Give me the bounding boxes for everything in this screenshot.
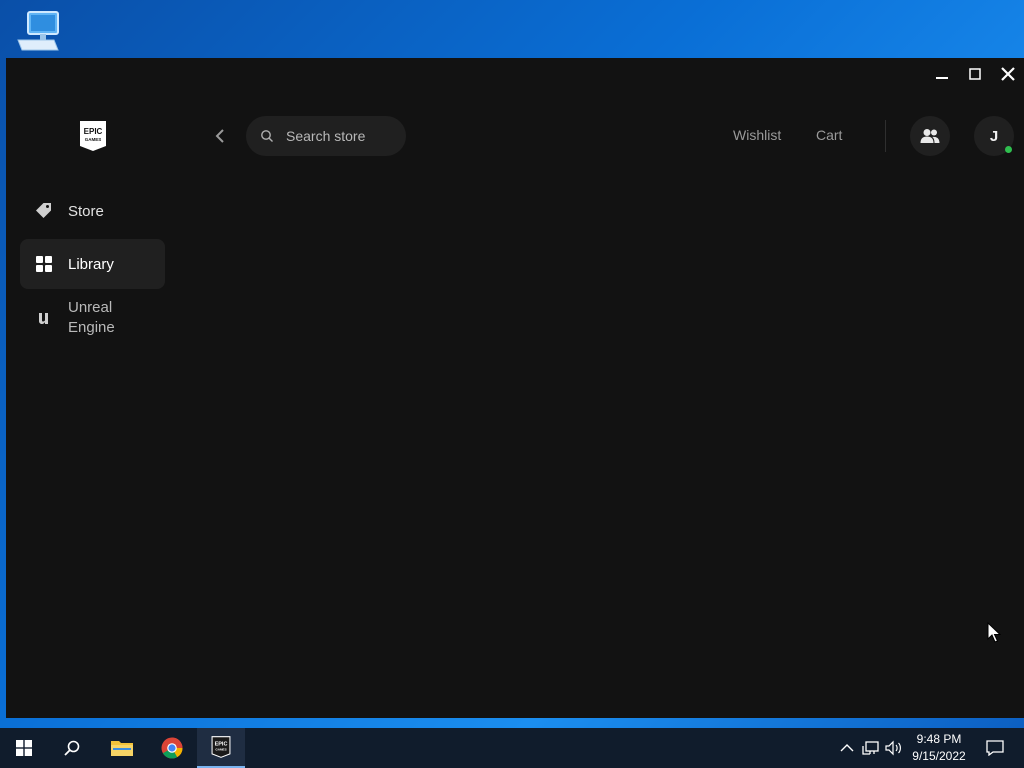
search-input[interactable] (286, 128, 396, 144)
header-divider (885, 120, 886, 152)
svg-text:GAMES: GAMES (215, 747, 226, 751)
system-clock[interactable]: 9:48 PM 9/15/2022 (904, 731, 974, 765)
profile-avatar-button[interactable]: J (974, 116, 1014, 156)
start-icon (16, 740, 32, 756)
search-icon (64, 740, 80, 756)
sidebar-item-store[interactable]: Store (20, 188, 165, 234)
network-icon[interactable] (862, 740, 880, 756)
epic-launcher-window: EPIC GAMES Wishlist Cart J Store (6, 58, 1024, 718)
file-explorer-icon (111, 741, 133, 756)
svg-text:EPIC: EPIC (84, 127, 103, 136)
friends-icon (920, 129, 940, 143)
online-status-dot (1005, 146, 1012, 153)
clock-date: 9/15/2022 (912, 749, 966, 763)
taskbar-search-button[interactable] (48, 728, 96, 768)
epic-games-logo[interactable]: EPIC GAMES (79, 120, 107, 152)
sidebar-item-label: Unreal Engine (68, 299, 115, 336)
this-pc-desktop-icon[interactable] (14, 10, 64, 56)
maximize-button[interactable] (958, 58, 991, 90)
start-button[interactable] (0, 728, 48, 768)
unreal-engine-icon (34, 308, 54, 328)
taskbar-file-explorer[interactable] (98, 728, 146, 768)
search-icon (261, 130, 273, 142)
notification-icon (986, 740, 1004, 756)
taskbar: EPIC GAMES 9:48 PM 9/15/2022 (0, 728, 1024, 768)
volume-icon[interactable] (885, 740, 903, 756)
taskbar-chrome[interactable] (148, 728, 196, 768)
chevron-left-icon (215, 129, 224, 143)
svg-text:GAMES: GAMES (85, 137, 102, 142)
back-button[interactable] (208, 124, 232, 148)
wishlist-link[interactable]: Wishlist (733, 127, 781, 143)
minimize-button[interactable] (925, 58, 958, 90)
action-center-button[interactable] (976, 728, 1014, 768)
clock-time: 9:48 PM (916, 732, 962, 746)
sidebar-item-library[interactable]: Library (20, 239, 165, 289)
friends-button[interactable] (910, 116, 950, 156)
search-store-box[interactable] (246, 116, 406, 156)
window-controls (925, 58, 1024, 90)
show-hidden-icons-chevron-up-icon[interactable] (838, 740, 856, 756)
close-button[interactable] (991, 58, 1024, 90)
mouse-cursor-icon (987, 622, 1001, 643)
sidebar-item-unreal-engine[interactable]: Unreal Engine (20, 296, 165, 340)
chrome-icon (161, 737, 183, 759)
epic-games-icon: EPIC GAMES (211, 736, 231, 758)
cart-link[interactable]: Cart (816, 127, 842, 143)
tag-icon (34, 201, 54, 221)
sidebar-item-label: Store (68, 202, 104, 220)
sidebar-item-label: Library (68, 255, 114, 273)
taskbar-epic-games[interactable]: EPIC GAMES (197, 728, 245, 768)
grid-icon (34, 254, 54, 274)
avatar-initial: J (989, 127, 999, 145)
svg-text:EPIC: EPIC (215, 742, 228, 748)
